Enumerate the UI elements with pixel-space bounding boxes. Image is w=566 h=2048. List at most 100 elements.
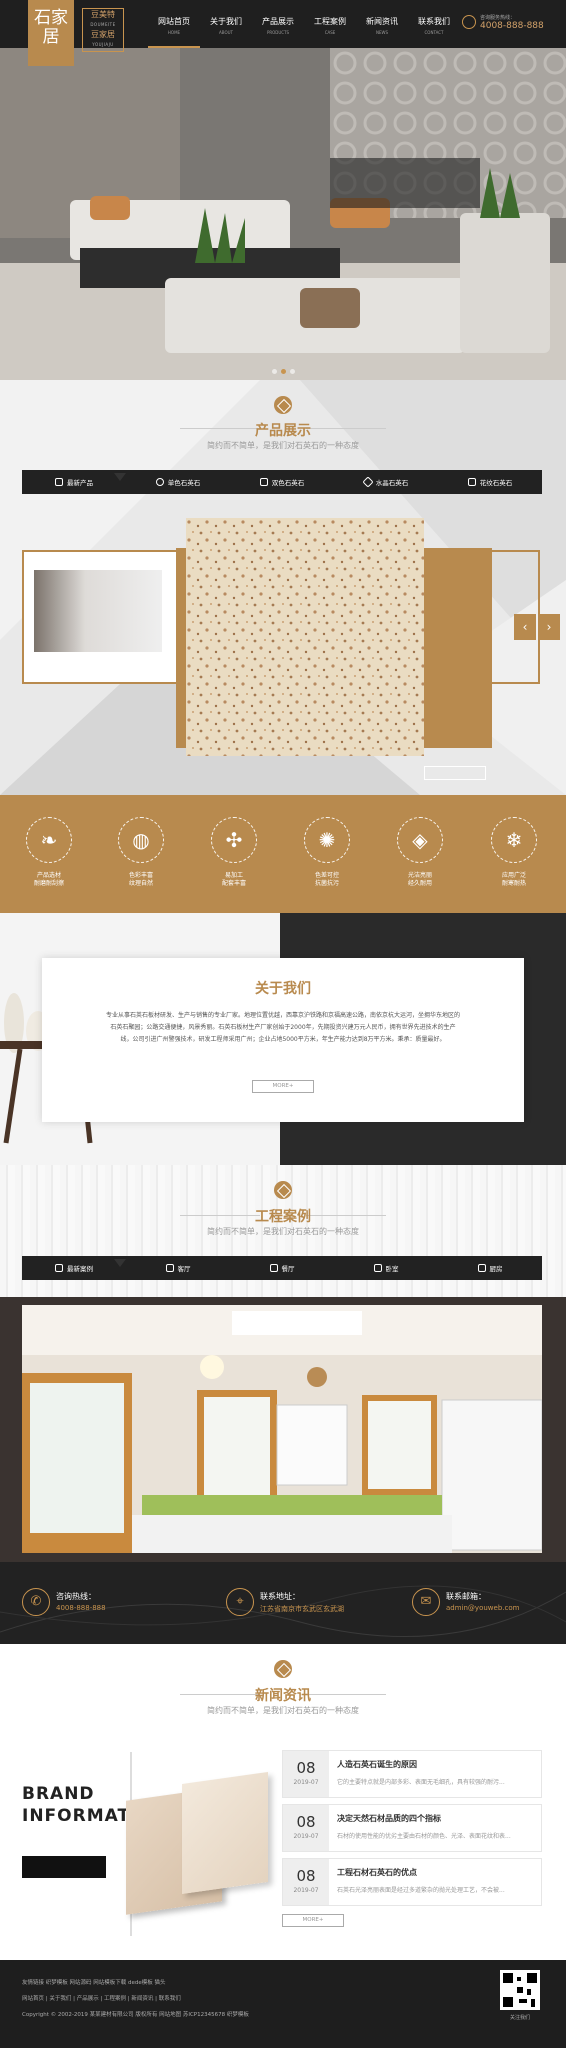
news-subtitle: 简约而不简单，是我们对石英石的一种态度 (207, 1706, 359, 1715)
tile-sample-image (182, 1771, 268, 1895)
site-footer: 友情链接 织梦模板 网站源码 网站模板下载 dede模板 猫头 网站首页 | 关… (0, 1960, 566, 2048)
quartz-texture (186, 518, 424, 756)
nav-cases[interactable]: 工程案例 CASE (304, 0, 356, 48)
news-headline[interactable]: 决定天然石材品质的四个指标 (337, 1813, 441, 1824)
news-item[interactable]: 08 2019-07 人造石英石诞生的原因 它的主要特点就是内部多彩、表面无毛细孔… (282, 1750, 542, 1798)
news-headline[interactable]: 工程石材石英石的优点 (337, 1867, 417, 1878)
nav-news[interactable]: 新闻资讯 NEWS (356, 0, 408, 48)
hero-pagination (0, 367, 566, 376)
leaf-icon: ❧ (26, 817, 72, 863)
news-banner[interactable]: BRAND INFORMATION (22, 1748, 272, 1940)
about-text: 专业从事石英石板材研发、生产与销售的专业厂家。地理位置优越，西靠京沪铁路和京福高… (106, 1012, 461, 1043)
product-card-left[interactable] (22, 550, 182, 684)
gem-icon: ◈ (397, 817, 443, 863)
banner-bar (22, 1856, 106, 1878)
case-image-frame (0, 1297, 566, 1562)
hero-dot-active[interactable] (280, 369, 286, 374)
contact-bar: ✆ 咨询热线： 4008-888-888 ⌖ 联系地址： 江苏省南京市玄武区玄武… (0, 1562, 566, 1644)
friend-links[interactable]: 友情链接 织梦模板 网站源码 网站模板下载 dede模板 猫头 (22, 1978, 166, 1986)
bed-icon (373, 1264, 382, 1272)
main-nav: 网站首页 HOME 关于我们 ABOUT 产品展示 PRODUCTS 工程案例 CASE… (148, 0, 460, 48)
nav-contact[interactable]: 联系我们 CONTACT (408, 0, 460, 48)
hero-dot[interactable] (289, 369, 295, 374)
kitchen-icon (477, 1264, 486, 1272)
products-title: 产品展示 (255, 423, 311, 439)
grid-icon (55, 1264, 63, 1272)
news-date: 08 2019-07 (283, 1751, 329, 1797)
pattern-icon (467, 478, 476, 486)
tab-crystal[interactable]: 水晶石英石 (334, 476, 438, 488)
phone-icon (462, 15, 476, 29)
footer-nav[interactable]: 网站首页 | 关于我们 | 产品展示 | 工程案例 | 新闻资讯 | 联系我们 (22, 1994, 181, 2002)
next-arrow-icon[interactable]: › (538, 614, 560, 640)
cases-subtitle: 简约而不简单，是我们对石英石的一种态度 (207, 1227, 359, 1236)
news-headline[interactable]: 人造石英石诞生的原因 (337, 1759, 417, 1770)
snowflake-icon: ❄ (491, 817, 537, 863)
grid-icon (55, 478, 63, 486)
diamond-icon (274, 396, 292, 414)
caret-icon (114, 473, 126, 481)
tab-double-color[interactable]: 双色石英石 (230, 477, 334, 487)
feature-item: ◍ 色彩丰富 纹理自然 (111, 817, 171, 888)
cases-tabs: 最新案例 客厅 餐厅 卧室 厨房 (22, 1256, 542, 1280)
contact-bg-lines (0, 1585, 566, 1638)
nav-about[interactable]: 关于我们 ABOUT (200, 0, 252, 48)
hero-image (0, 48, 566, 380)
news-item[interactable]: 08 2019-07 决定天然石材品质的四个指标 石材的使用性能的优劣主要由石材的… (282, 1804, 542, 1852)
tab-living-room[interactable]: 客厅 (126, 1263, 230, 1273)
qr-code (500, 1970, 540, 2010)
feature-item: ❄ 应用广泛 耐寒耐热 (484, 817, 544, 888)
prev-arrow-icon[interactable]: ‹ (514, 614, 536, 640)
dining-icon (269, 1264, 278, 1272)
phone-icon: ✆ (22, 1588, 50, 1616)
more-outline[interactable] (424, 766, 486, 780)
features-bar: ❧ 产品选材 耐磨耐刮擦 ◍ 色彩丰富 纹理自然 ✣ 易加工 配套丰富 ✺ 色差可控 抗菌抗污 … (0, 795, 566, 913)
products-tabs: 最新产品 单色石英石 双色石英石 水晶石英石 花纹石英石 (22, 470, 542, 494)
tab-kitchen[interactable]: 厨房 (438, 1263, 542, 1273)
palette-icon (155, 478, 164, 486)
caret-icon (114, 1259, 126, 1267)
diamond-icon (274, 1660, 292, 1678)
tab-dining-room[interactable]: 餐厅 (230, 1263, 334, 1273)
tab-latest-products[interactable]: 最新产品 (22, 473, 126, 487)
tab-latest-cases[interactable]: 最新案例 (22, 1259, 126, 1273)
about-title: 关于我们 (255, 981, 311, 997)
product-image (34, 570, 162, 652)
qr-caption: 关注我们 (509, 2015, 530, 2021)
news-date: 08 2019-07 (283, 1859, 329, 1905)
brand-mark: 豆美特 DOUMEITE 豆家居 YOUJIAJU (82, 8, 124, 52)
banner-brand: BRAND (22, 1784, 95, 1804)
tab-single-color[interactable]: 单色石英石 (126, 477, 230, 487)
feature-item: ◈ 光洁亮丽 经久耐用 (390, 817, 450, 888)
news-summary: 石英石光泽亮丽表面是经过多道繁杂的抛光处理工艺，不会被... (337, 1887, 505, 1894)
drop-icon (259, 478, 268, 486)
bacteria-icon: ✺ (304, 817, 350, 863)
news-item[interactable]: 08 2019-07 工程石材石英石的优点 石英石光泽亮丽表面是经过多道繁杂的抛光… (282, 1858, 542, 1906)
feature-item: ✣ 易加工 配套丰富 (204, 817, 264, 888)
about-card: 关于我们 专业从事石英石板材研发、生产与销售的专业厂家。地理位置优越，西靠京沪铁… (42, 958, 524, 1122)
nav-home[interactable]: 网站首页 HOME (148, 0, 200, 48)
hero-dot[interactable] (271, 369, 277, 374)
crystal-icon (362, 476, 374, 488)
sofa-icon (165, 1264, 174, 1272)
diamond-icon (274, 1181, 292, 1199)
site-header: 豆美特 DOUMEITE 豆家居 YOUJIAJU 网站首页 HOME 关于我们 A… (0, 0, 566, 52)
kitchen-image[interactable] (22, 1305, 542, 1553)
nav-products[interactable]: 产品展示 PRODUCTS (252, 0, 304, 48)
tab-pattern[interactable]: 花纹石英石 (438, 477, 542, 487)
cases-title: 工程案例 (255, 1209, 311, 1225)
news-more-button[interactable]: MORE+ (282, 1914, 344, 1927)
product-card-main[interactable] (186, 518, 424, 756)
products-subtitle: 简约而不简单，是我们对石英石的一种态度 (207, 441, 359, 450)
news-title: 新闻资讯 (255, 1688, 311, 1704)
palette-icon: ◍ (118, 817, 164, 863)
hero-banner (0, 48, 566, 380)
mail-icon: ✉ (412, 1588, 440, 1616)
news-summary: 它的主要特点就是内部多彩、表面无毛细孔，具有较强的耐污... (337, 1779, 505, 1786)
news-summary: 石材的使用性能的优劣主要由石材的颜色、光泽、表面花纹和表... (337, 1833, 511, 1840)
product-frame (424, 548, 492, 748)
feature-item: ❧ 产品选材 耐磨耐刮擦 (19, 817, 79, 888)
tab-bedroom[interactable]: 卧室 (334, 1263, 438, 1273)
about-more-button[interactable]: MORE+ (252, 1080, 314, 1093)
site-logo[interactable]: 石家居 (28, 0, 74, 66)
